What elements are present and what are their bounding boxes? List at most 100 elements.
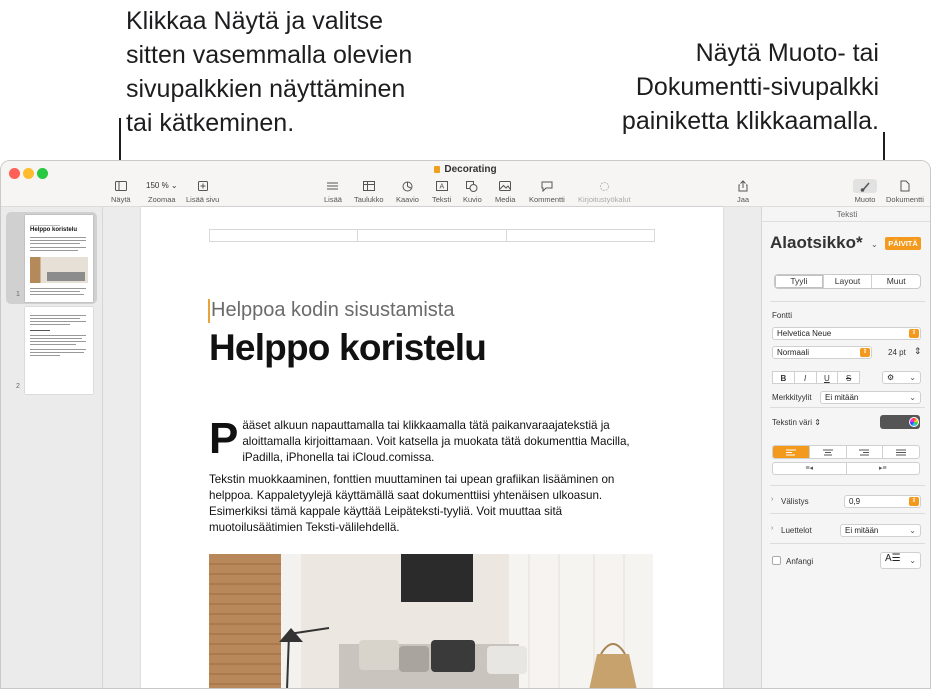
text-color-label: Tekstin väri ⇕ [772,418,821,427]
thumbnail-number: 2 [16,383,20,390]
chevron-down-icon[interactable]: ⌄ [871,240,878,249]
sidebar-icon [114,179,127,193]
tab-style[interactable]: Tyyli [775,275,824,288]
toolbar: Decorating Näytä 150 % ⌄ Zoomaa Lisää si… [1,161,930,207]
italic-button[interactable]: I [793,371,816,384]
indent-buttons: ≡◂ ▸≡ [772,462,920,475]
add-page-button[interactable]: Lisää sivu [186,179,219,204]
body-paragraph-1[interactable]: Pääset alkuun napauttamalla tai klikkaam… [209,414,655,466]
callout-view-sidebar: Klikkaa Näytä ja valitse sitten vasemmal… [126,4,486,140]
callout-line: Dokumentti-sivupalkki [635,73,879,101]
document-title[interactable]: Helppo koristelu [209,327,487,369]
text-box-icon: A [435,179,448,193]
align-left-button[interactable] [773,446,810,458]
chevron-down-icon: ⌄ [909,556,916,565]
shape-button[interactable]: Kuvio [463,179,482,204]
divider [770,407,925,408]
spacing-popup[interactable]: 0,9 ⇕ [844,495,921,508]
callout-line: Näytä Muoto- tai [695,39,879,67]
table-icon [362,179,375,193]
body-paragraph-2[interactable]: Tekstin muokkaaminen, fonttien muuttamin… [209,472,655,536]
updown-icon: ⇕ [909,497,919,506]
character-styles-popup[interactable]: Ei mitään ⌄ [820,391,921,404]
alignment-buttons [772,445,920,459]
thumbnail-photo-sofa [47,272,85,281]
writing-tools-button[interactable]: Kirjoitustyökalut [578,179,631,204]
spacing-label: Välistys [781,497,809,506]
svg-text:A: A [439,184,444,191]
room-photo[interactable] [209,554,653,688]
font-label: Fontti [772,311,793,320]
dropcap-checkbox[interactable] [772,556,781,565]
stepper-icon[interactable]: ⇕ [914,346,922,357]
share-button[interactable]: Jaa [737,179,749,204]
thumbnail-title: Helppo koristelu [30,227,78,233]
bullets-label: Luettelot [781,526,812,535]
paragraph-style-name[interactable]: Alaotsikko* [770,233,863,253]
advanced-options-popup[interactable]: ⚙ ⌄ [882,371,921,384]
inspector-header: Teksti [762,207,930,222]
character-styles-label: Merkkityylit [772,393,812,402]
shape-icon [466,179,478,193]
callout-line: Klikkaa Näytä ja valitse [126,7,384,35]
window-title: Decorating [1,164,930,175]
media-button[interactable]: Media [495,179,515,204]
tab-layout[interactable]: Layout [824,275,873,288]
header-table[interactable] [209,229,655,242]
table-button[interactable]: Taulukko [354,179,384,204]
text-tabs: Tyyli Layout Muut [774,274,921,289]
font-family-popup[interactable]: Helvetica Neue ⇕ [772,327,921,340]
drop-cap: P [209,414,239,463]
align-right-button[interactable] [847,446,884,458]
page-thumbnail-2[interactable] [25,307,93,394]
tab-more[interactable]: Muut [872,275,920,288]
callout-line: sivupalkkien näyttäminen [126,75,406,103]
dropcap-style-popup[interactable]: A☰ ⌄ [880,552,921,569]
color-wheel-icon[interactable] [909,417,919,427]
zoom-value: 150 % ⌄ [146,181,178,190]
photo-icon [499,179,512,193]
callout-line: sitten vasemmalla olevien [126,41,413,69]
underline-button[interactable]: U [815,371,838,384]
bullets-popup[interactable]: Ei mitään ⌄ [840,524,921,537]
text-cursor [208,299,210,323]
divider [770,301,925,302]
text-box-button[interactable]: A Teksti [432,179,451,204]
strikethrough-button[interactable]: S [837,371,860,384]
pages-window: Decorating Näytä 150 % ⌄ Zoomaa Lisää si… [0,160,931,689]
increase-indent-button[interactable]: ▸≡ [847,463,920,474]
bold-button[interactable]: B [772,371,794,384]
view-button[interactable]: Näytä [111,179,131,204]
document-button[interactable]: Dokumentti [886,179,924,204]
dropcap-style-icon: A☰ [885,553,901,564]
insert-button[interactable]: Lisää [324,179,342,204]
list-icon [327,179,339,193]
text-format-buttons: B I U S [772,371,860,384]
format-inspector: Teksti Alaotsikko* ⌄ PÄIVITÄ Tyyli Layou… [761,207,930,688]
divider [770,513,925,514]
chevron-down-icon: ⌄ [909,393,916,402]
callout-format-sidebar: Näytä Muoto- tai Dokumentti-sivupalkki p… [579,36,879,138]
disclosure-icon[interactable]: › [771,496,773,503]
font-size-field[interactable]: 24 pt [888,348,906,357]
callout-line: tai kätkeminen. [126,109,295,137]
comment-button[interactable]: Kommentti [529,179,565,204]
document-page[interactable]: Helppoa kodin sisustamista Helppo korist… [141,207,723,688]
decrease-indent-button[interactable]: ≡◂ [773,463,847,474]
disclosure-icon[interactable]: › [771,525,773,532]
page-thumbnail-1[interactable]: Helppo koristelu [25,215,93,302]
font-style-popup[interactable]: Normaali ⇕ [772,346,872,359]
dropcap-label: Anfangi [786,557,814,566]
chart-button[interactable]: Kaavio [396,179,419,204]
divider [770,485,925,486]
format-button[interactable]: Muoto [853,179,877,204]
justify-button[interactable] [883,446,919,458]
comment-icon [541,179,553,193]
paintbrush-icon [853,179,877,193]
zoom-button[interactable]: 150 % ⌄ Zoomaa [143,179,181,204]
share-icon [738,179,748,193]
align-center-button[interactable] [810,446,847,458]
updown-icon: ⇕ [860,348,870,357]
update-style-button[interactable]: PÄIVITÄ [885,237,921,250]
document-subtitle[interactable]: Helppoa kodin sisustamista [211,299,454,322]
